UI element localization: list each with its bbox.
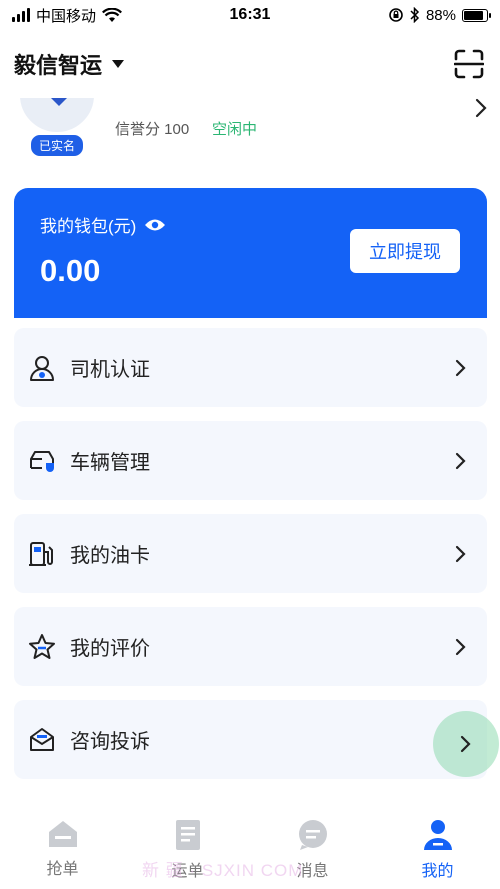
menu-item-label: 咨询投诉	[70, 731, 150, 753]
rotation-lock-icon	[389, 8, 403, 22]
message-icon	[298, 820, 327, 850]
tab-grab-order[interactable]: 抢单	[0, 807, 125, 889]
page-title: 毅信智运	[14, 53, 103, 78]
document-icon	[175, 820, 200, 850]
battery-percent: 88%	[425, 6, 456, 24]
tab-mine[interactable]: 我的	[375, 807, 500, 889]
floating-touch-button[interactable]	[433, 711, 499, 777]
chevron-right-icon	[451, 451, 471, 471]
verified-badge: 已实名	[30, 134, 85, 157]
menu-list: 司机认证 车辆管理 我的油卡 我的评价 咨询投诉	[14, 328, 487, 793]
profile-summary[interactable]: 已实名 信誉分 100 空闲中	[0, 56, 500, 158]
org-switcher[interactable]: 毅信智运	[14, 48, 125, 80]
status-bar: 中国移动 16:31 88%	[0, 0, 500, 30]
eye-icon[interactable]	[144, 218, 166, 232]
chevron-right-icon	[460, 735, 471, 753]
withdraw-button[interactable]: 立即提现	[350, 229, 460, 273]
chevron-right-icon	[451, 544, 471, 564]
wallet-card: 我的钱包(元) 0.00 立即提现	[14, 188, 487, 318]
caret-down-icon	[112, 60, 125, 68]
wallet-label: 我的钱包(元)	[40, 217, 137, 236]
menu-item-driver-certification[interactable]: 司机认证	[14, 328, 487, 407]
battery-icon	[462, 8, 491, 22]
app-header: 毅信智运	[0, 30, 500, 98]
scan-icon	[454, 49, 484, 79]
wifi-icon	[102, 7, 122, 22]
clock: 16:31	[229, 6, 271, 23]
home-icon	[48, 821, 77, 847]
menu-item-label: 司机认证	[70, 359, 150, 381]
chevron-right-icon	[451, 358, 471, 378]
credit-score: 信誉分 100	[115, 121, 190, 138]
chevron-right-icon	[475, 98, 487, 118]
mail-icon	[28, 726, 56, 754]
chevron-right-icon	[451, 637, 471, 657]
menu-item-label: 我的评价	[70, 638, 150, 660]
status-badge: 空闲中	[212, 121, 258, 138]
watermark: 新 疆 · SJXIN COM	[142, 861, 304, 880]
menu-item-consult-complaint[interactable]: 咨询投诉	[14, 700, 487, 779]
menu-item-my-reviews[interactable]: 我的评价	[14, 607, 487, 686]
signal-icon	[12, 8, 30, 22]
menu-item-label: 我的油卡	[70, 545, 150, 567]
menu-item-label: 车辆管理	[70, 452, 150, 474]
star-icon	[28, 633, 56, 661]
driver-icon	[28, 354, 56, 382]
menu-item-fuel-card[interactable]: 我的油卡	[14, 514, 487, 593]
tab-label: 抢单	[46, 861, 79, 878]
vehicle-icon	[28, 447, 56, 475]
tab-label: 我的	[421, 863, 454, 880]
carrier-label: 中国移动	[36, 7, 97, 25]
scan-button[interactable]	[452, 47, 486, 81]
fuel-icon	[28, 540, 56, 568]
menu-item-vehicle-management[interactable]: 车辆管理	[14, 421, 487, 500]
bluetooth-icon	[410, 7, 420, 23]
user-icon	[423, 820, 452, 850]
